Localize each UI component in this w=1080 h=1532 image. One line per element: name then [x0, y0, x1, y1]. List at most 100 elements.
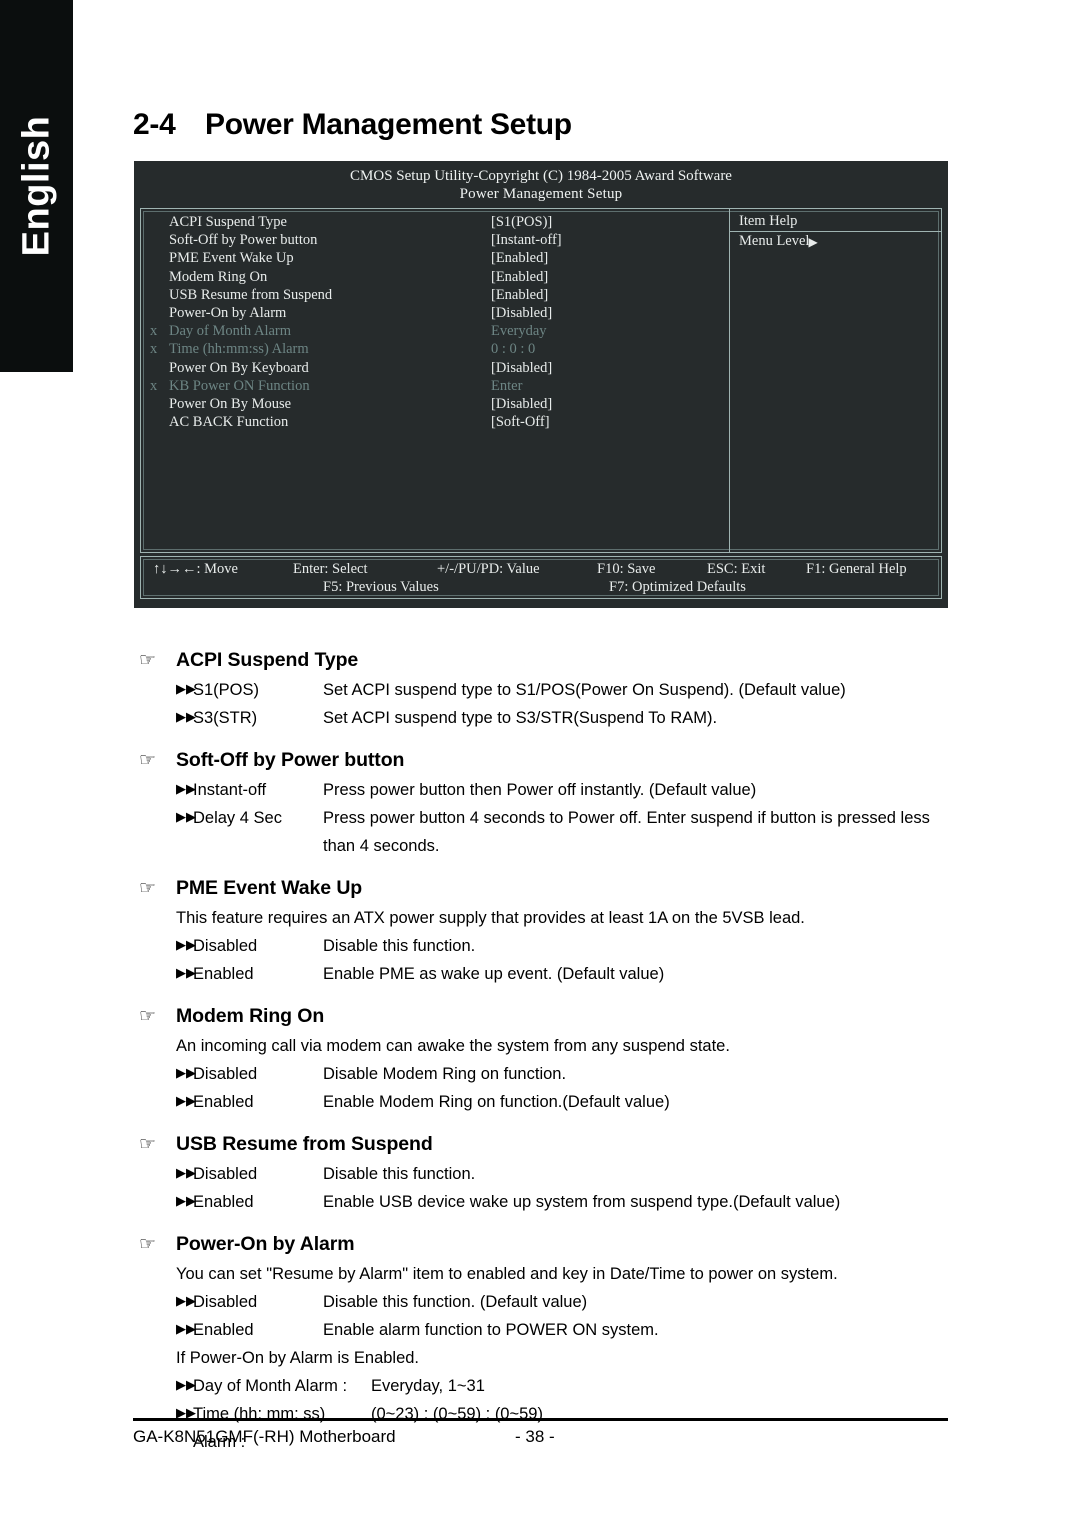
bios-setup-screen: CMOS Setup Utility-Copyright (C) 1984-20… — [134, 161, 948, 608]
bios-item-row: x Day of Month Alarm Everyday — [147, 322, 729, 340]
bios-item-x — [147, 286, 169, 304]
double-arrow-icon: ▶▶ — [176, 938, 196, 953]
language-tab-label: English — [15, 115, 57, 257]
bios-item-x — [147, 359, 169, 377]
key-value: +/-/PU/PD: Value — [437, 561, 540, 577]
bios-item-row[interactable]: Power On By Keyboard [Disabled] — [147, 359, 729, 377]
menu-level-label: Menu Level — [739, 233, 810, 249]
item-help-header: Item Help — [730, 213, 941, 232]
doc-option-desc: Disable Modem Ring on function. — [323, 1065, 567, 1083]
doc-option-name: Enabled — [193, 965, 254, 983]
bios-item-label: Time (hh:mm:ss) Alarm — [169, 341, 309, 358]
section-title: Power Management Setup — [205, 108, 572, 141]
key-previous-values: F5: Previous Values — [323, 579, 439, 595]
bios-item-value[interactable]: [Enabled] — [491, 268, 548, 286]
bios-item-row[interactable]: Power On By Mouse [Disabled] — [147, 395, 729, 413]
footer-divider — [133, 1418, 948, 1421]
double-arrow-icon: ▶▶ — [176, 1294, 196, 1309]
bios-item-value[interactable]: [Instant-off] — [491, 231, 562, 249]
bios-item-label: Day of Month Alarm — [169, 323, 292, 340]
doc-option-desc: Enable Modem Ring on function.(Default v… — [323, 1093, 670, 1111]
bios-item-value[interactable]: [Disabled] — [491, 304, 552, 322]
bios-item-row[interactable]: PME Event Wake Up [Enabled] — [147, 249, 729, 267]
doc-option-name: Enabled — [193, 1093, 254, 1111]
bios-item-row[interactable]: ACPI Suspend Type [S1(POS)] — [147, 213, 729, 231]
pointing-hand-icon: ☞ — [139, 1233, 157, 1255]
bios-item-x — [147, 268, 169, 286]
bios-item-value[interactable]: [Enabled] — [491, 249, 548, 267]
page-number: - 38 - — [515, 1427, 555, 1446]
bios-item-value[interactable]: [Soft-Off] — [491, 413, 550, 431]
bios-item-value[interactable]: [Disabled] — [491, 359, 552, 377]
pointing-hand-icon: ☞ — [139, 649, 157, 671]
pointing-hand-icon: ☞ — [139, 1133, 157, 1155]
double-arrow-icon: ▶▶ — [176, 1066, 196, 1081]
bios-page-title: Power Management Setup — [459, 186, 623, 202]
documentation-body: ☞ ACPI Suspend Type ▶▶ S1(POS) Set ACPI … — [0, 632, 1080, 1456]
doc-option-desc: Everyday, 1~31 — [371, 1377, 485, 1395]
bios-item-value[interactable]: [Disabled] — [491, 395, 552, 413]
key-select: Enter: Select — [293, 561, 368, 577]
doc-option-row: ▶▶ Day of Month Alarm : Everyday, 1~31 — [176, 1372, 966, 1400]
doc-option-desc: Disable this function. (Default value) — [323, 1293, 588, 1311]
double-arrow-icon: ▶▶ — [176, 682, 196, 697]
double-arrow-icon: ▶▶ — [176, 710, 196, 725]
doc-option-name: Disabled — [193, 1293, 258, 1311]
section-number: 2-4 — [133, 108, 176, 141]
bios-item-x — [147, 249, 169, 267]
doc-option-desc: Disable this function. — [323, 937, 476, 955]
doc-option-name: Enabled — [193, 1193, 254, 1211]
doc-option-name: S3(STR) — [193, 709, 258, 727]
bios-key-legend-row-1: ↑↓→←: Move Enter: Select +/-/PU/PD: Valu… — [151, 560, 931, 578]
doc-option-desc-continued: than 4 seconds. — [323, 837, 440, 855]
doc-option-desc: Set ACPI suspend type to S3/STR(Suspend … — [323, 709, 718, 727]
bios-item-label: Modem Ring On — [169, 268, 268, 285]
bios-item-row[interactable]: USB Resume from Suspend [Enabled] — [147, 286, 729, 304]
key-move: ↑↓→←: Move — [153, 561, 238, 577]
bios-item-row[interactable]: Modem Ring On [Enabled] — [147, 268, 729, 286]
bios-item-x — [147, 413, 169, 431]
bios-item-row[interactable]: Power-On by Alarm [Disabled] — [147, 304, 729, 322]
double-arrow-icon: ▶▶ — [176, 1322, 196, 1337]
double-arrow-icon: ▶▶ — [176, 1378, 196, 1393]
menu-level-row: Menu Level ▶ — [730, 233, 941, 250]
page-title: 2-4 Power Management Setup — [133, 108, 572, 142]
bios-body: ACPI Suspend Type [S1(POS)] Soft-Off by … — [140, 208, 942, 553]
bios-item-x: x — [150, 341, 158, 358]
pointing-hand-icon: ☞ — [139, 877, 157, 899]
key-exit: ESC: Exit — [707, 561, 766, 577]
doc-option-name: Instant-off — [193, 781, 267, 799]
bios-item-label: Power-On by Alarm — [169, 304, 287, 321]
bios-item-x — [147, 213, 169, 231]
doc-section-note: You can set "Resume by Alarm" item to en… — [176, 1265, 838, 1283]
bios-item-label: KB Power ON Function — [169, 377, 310, 394]
doc-option-desc: Enable USB device wake up system from su… — [323, 1193, 841, 1211]
item-help-panel: Item Help Menu Level ▶ — [729, 209, 941, 552]
doc-option-row: ▶▶ Disabled Disable this function. (Defa… — [176, 1288, 966, 1316]
doc-option-row: ▶▶ Enabled Enable PME as wake up event. … — [176, 960, 966, 988]
page-footer: GA-K8N51GMF(-RH) Motherboard - 38 - — [133, 1424, 948, 1450]
double-arrow-icon: ▶▶ — [176, 810, 196, 825]
bios-item-label: Soft-Off by Power button — [169, 232, 318, 249]
doc-option-desc: Press power button then Power off instan… — [323, 781, 757, 799]
doc-option-name: Delay 4 Sec — [193, 809, 282, 827]
doc-section-title: Modem Ring On — [176, 1005, 325, 1027]
doc-option-desc: Set ACPI suspend type to S1/POS(Power On… — [323, 681, 846, 699]
bios-item-value[interactable]: [Enabled] — [491, 286, 548, 304]
doc-section-heading: ☞ Power-On by Alarm — [0, 1233, 1080, 1256]
bios-item-x — [147, 395, 169, 413]
doc-option-row: ▶▶ Enabled Enable alarm function to POWE… — [176, 1316, 966, 1344]
double-arrow-icon: ▶▶ — [176, 1194, 196, 1209]
bios-item-row[interactable]: Soft-Off by Power button [Instant-off] — [147, 231, 729, 249]
bios-key-legend-row-2: F5: Previous Values F7: Optimized Defaul… — [151, 578, 931, 596]
doc-option-row: ▶▶ Disabled Disable Modem Ring on functi… — [176, 1060, 966, 1088]
bios-item-list: ACPI Suspend Type [S1(POS)] Soft-Off by … — [141, 209, 729, 552]
bios-item-value[interactable]: [S1(POS)] — [491, 213, 552, 231]
doc-option-name: Day of Month Alarm : — [193, 1377, 348, 1395]
doc-option-name: Enabled — [193, 1321, 254, 1339]
key-general-help: F1: General Help — [806, 561, 907, 577]
doc-option-desc: Enable PME as wake up event. (Default va… — [323, 965, 665, 983]
doc-option-row: ▶▶ Disabled Disable this function. — [176, 932, 966, 960]
bios-item-row[interactable]: AC BACK Function [Soft-Off] — [147, 413, 729, 431]
bios-item-x — [147, 304, 169, 322]
